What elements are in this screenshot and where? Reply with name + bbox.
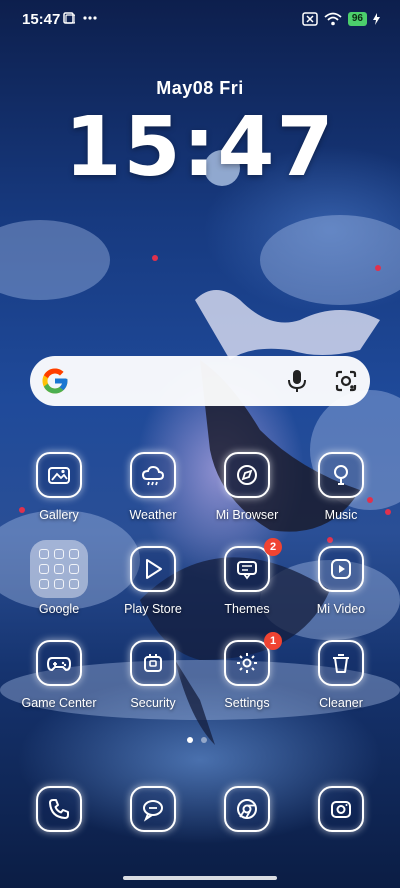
app-label: Gallery — [39, 508, 79, 522]
status-bar: 15:47 96 — [0, 0, 400, 40]
notification-badge: 2 — [264, 538, 282, 556]
dock-messages[interactable] — [130, 786, 176, 832]
camera-icon — [318, 786, 364, 832]
sim-off-icon — [302, 12, 318, 26]
browser-icon — [224, 452, 270, 498]
app-label: Mi Video — [316, 602, 366, 616]
app-label: Cleaner — [319, 696, 363, 710]
date-label[interactable]: May08 Fri — [0, 78, 400, 99]
cleaner-icon — [318, 640, 364, 686]
notification-badge: 1 — [264, 632, 282, 650]
dock-chrome[interactable] — [224, 786, 270, 832]
google-logo-icon — [42, 368, 68, 394]
app-cleaner[interactable]: Cleaner — [294, 640, 388, 732]
app-mi-video[interactable]: Mi Video — [294, 546, 388, 638]
gamepad-icon — [36, 640, 82, 686]
wifi-icon — [324, 12, 342, 26]
dock-camera[interactable] — [318, 786, 364, 832]
battery-indicator: 96 — [347, 12, 367, 26]
microphone-icon[interactable] — [286, 369, 308, 393]
status-time: 15:47 — [22, 11, 61, 28]
settings-icon — [224, 640, 270, 686]
app-label: Game Center — [21, 696, 97, 710]
phone-icon — [36, 786, 82, 832]
music-icon — [318, 452, 364, 498]
screenshot-icon — [63, 12, 75, 24]
app-security[interactable]: Security — [106, 640, 200, 732]
clock-widget[interactable]: 15:47 — [0, 104, 400, 192]
video-icon — [318, 546, 364, 592]
app-label: Settings — [224, 696, 270, 710]
app-label: Weather — [129, 508, 177, 522]
themes-icon — [224, 546, 270, 592]
status-left-icons — [63, 12, 97, 24]
app-label: Themes — [224, 602, 270, 616]
page-indicator[interactable] — [187, 737, 207, 743]
home-gesture-bar[interactable] — [123, 876, 277, 880]
page-dot-active — [187, 737, 193, 743]
app-label: Google — [38, 602, 80, 616]
weather-icon — [130, 452, 176, 498]
app-label: Music — [324, 508, 358, 522]
more-notifications-icon — [83, 16, 97, 20]
app-label: Security — [130, 696, 176, 710]
google-lens-icon[interactable] — [334, 369, 358, 393]
chrome-icon — [224, 786, 270, 832]
gallery-icon — [36, 452, 82, 498]
app-themes[interactable]: 2 Themes — [200, 538, 294, 638]
app-weather[interactable]: Weather — [106, 452, 200, 544]
app-google-folder[interactable]: Google — [12, 540, 106, 638]
app-settings[interactable]: 1 Settings — [200, 632, 294, 732]
messages-icon — [130, 786, 176, 832]
google-search-bar[interactable] — [30, 356, 370, 406]
security-icon — [130, 640, 176, 686]
app-label: Play Store — [124, 602, 182, 616]
app-mi-browser[interactable]: Mi Browser — [200, 452, 294, 544]
status-right-icons: 96 — [302, 12, 380, 26]
app-gallery[interactable]: Gallery — [12, 452, 106, 544]
dock-phone[interactable] — [36, 786, 82, 832]
charging-icon — [373, 13, 380, 25]
google-folder-icon — [30, 540, 88, 598]
page-dot — [201, 737, 207, 743]
app-music[interactable]: Music — [294, 452, 388, 544]
app-play-store[interactable]: Play Store — [106, 546, 200, 638]
app-label: Mi Browser — [215, 508, 279, 522]
play-store-icon — [130, 546, 176, 592]
app-game-center[interactable]: Game Center — [12, 640, 106, 732]
